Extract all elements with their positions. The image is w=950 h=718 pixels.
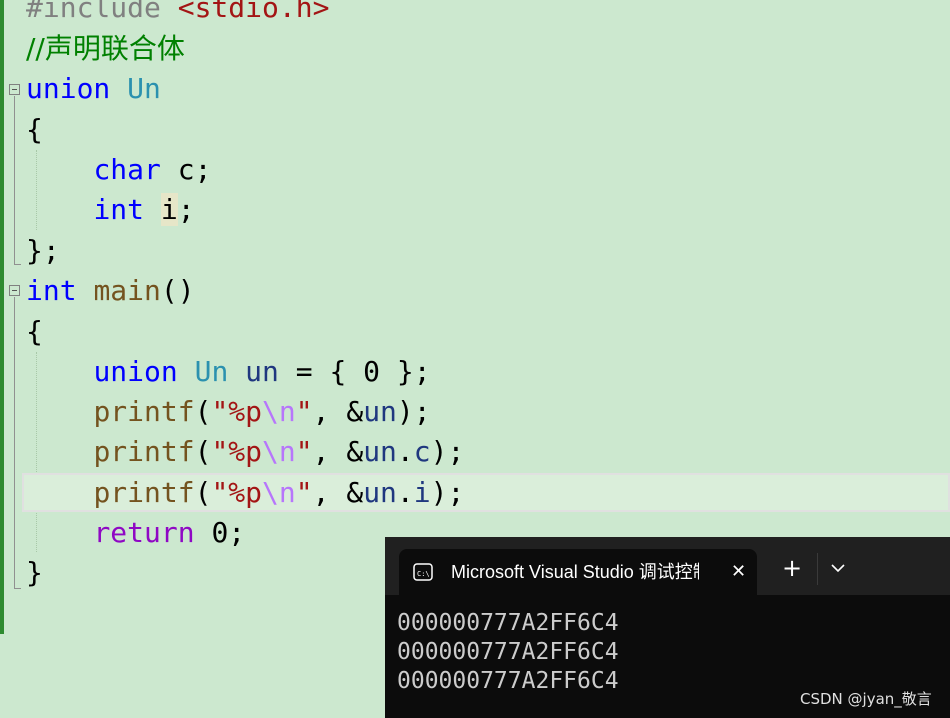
code-line-9[interactable]: { <box>26 312 43 352</box>
type-name: Un <box>127 72 161 105</box>
terminal-icon: C:\ <box>413 563 433 581</box>
function-printf: printf <box>93 435 195 468</box>
terminal-tabstrip: C:\ Microsoft Visual Studio 调试控制台 ✕ + <box>385 537 950 595</box>
code-line-11[interactable]: printf("%p\n", &un); <box>26 392 431 432</box>
code-line-13[interactable]: printf("%p\n", &un.i); <box>26 473 464 513</box>
string-quote: " <box>295 395 313 428</box>
tab-separator <box>817 553 818 585</box>
watermark: CSDN @jyan_敬言 <box>800 690 932 708</box>
preprocessor-directive: #include <box>26 0 161 24</box>
call-end: ); <box>396 395 431 428</box>
function-main: main <box>93 274 161 307</box>
format-string: "%p <box>211 395 263 428</box>
chevron-down-icon[interactable] <box>829 559 847 577</box>
close-brace: }; <box>26 234 60 267</box>
call-end: ); <box>430 435 465 468</box>
code-line-1[interactable]: #include <stdio.h> <box>26 0 329 28</box>
open-brace: { <box>26 113 43 146</box>
console-output-line: 000000777A2FF6C4 <box>397 668 619 694</box>
variable-un: un <box>363 476 397 509</box>
code-line-7[interactable]: }; <box>26 231 60 271</box>
function-printf: printf <box>93 476 195 509</box>
console-output-line: 000000777A2FF6C4 <box>397 610 619 636</box>
member-dot: . <box>396 476 414 509</box>
code-line-2[interactable]: //声明联合体 <box>26 29 185 69</box>
close-icon[interactable]: ✕ <box>731 563 749 581</box>
collapse-main-icon[interactable] <box>9 285 20 296</box>
new-tab-button[interactable]: + <box>781 556 803 580</box>
code-line-15[interactable]: } <box>26 553 43 593</box>
string-quote: " <box>295 476 313 509</box>
keyword-char: char <box>93 153 161 186</box>
member-dot: . <box>396 435 414 468</box>
format-string: "%p <box>211 476 263 509</box>
tab-title: Microsoft Visual Studio 调试控制台 <box>451 562 699 582</box>
arg-separator: , & <box>312 395 364 428</box>
format-string: "%p <box>211 435 263 468</box>
outline-scope-line <box>14 297 15 588</box>
member-i: i <box>413 476 431 509</box>
code-line-5[interactable]: char c; <box>26 150 211 190</box>
comment: //声明联合体 <box>26 32 185 65</box>
outline-scope-line <box>14 96 15 264</box>
code-line-8[interactable]: int main() <box>26 271 195 311</box>
code-line-4[interactable]: { <box>26 110 43 150</box>
keyword-int: int <box>26 274 77 307</box>
type-name: Un <box>194 355 229 388</box>
collapse-union-icon[interactable] <box>9 84 20 95</box>
variable-un: un <box>245 355 279 388</box>
variable-un: un <box>363 435 397 468</box>
open-paren: ( <box>194 435 212 468</box>
arg-separator: , & <box>312 435 364 468</box>
escape-sequence: \n <box>262 395 296 428</box>
code-line-12[interactable]: printf("%p\n", &un.c); <box>26 432 464 472</box>
return-value: 0; <box>194 516 246 549</box>
code-line-14[interactable]: return 0; <box>26 513 245 553</box>
escape-sequence: \n <box>262 476 296 509</box>
variable-un: un <box>363 395 397 428</box>
string-quote: " <box>295 435 313 468</box>
open-paren: ( <box>194 395 212 428</box>
keyword-return: return <box>93 516 195 549</box>
console-output-line: 000000777A2FF6C4 <box>397 639 619 665</box>
arg-separator: , & <box>312 476 364 509</box>
declaration-rest: c; <box>160 153 212 186</box>
svg-text:C:\: C:\ <box>417 570 430 578</box>
parens: () <box>160 274 195 307</box>
close-brace: } <box>26 556 43 589</box>
change-margin <box>0 0 4 634</box>
keyword-union: union <box>26 72 111 105</box>
function-printf: printf <box>93 395 195 428</box>
code-line-6[interactable]: int i; <box>26 190 195 230</box>
identifier-i: i <box>160 193 178 226</box>
open-paren: ( <box>194 476 212 509</box>
code-line-10[interactable]: union Un un = { 0 }; <box>26 352 431 392</box>
outline-scope-end <box>14 264 21 265</box>
code-line-3[interactable]: union Un <box>26 69 161 109</box>
tab-debug-console[interactable]: C:\ Microsoft Visual Studio 调试控制台 ✕ <box>399 549 757 595</box>
member-c: c <box>413 435 431 468</box>
escape-sequence: \n <box>262 435 296 468</box>
outline-scope-end <box>14 588 21 589</box>
open-brace: { <box>26 315 43 348</box>
keyword-int: int <box>93 193 145 226</box>
keyword-union: union <box>93 355 178 388</box>
initializer: = { 0 }; <box>278 355 431 388</box>
call-end: ); <box>430 476 465 509</box>
include-header: <stdio.h> <box>177 0 330 24</box>
semicolon: ; <box>177 193 195 226</box>
